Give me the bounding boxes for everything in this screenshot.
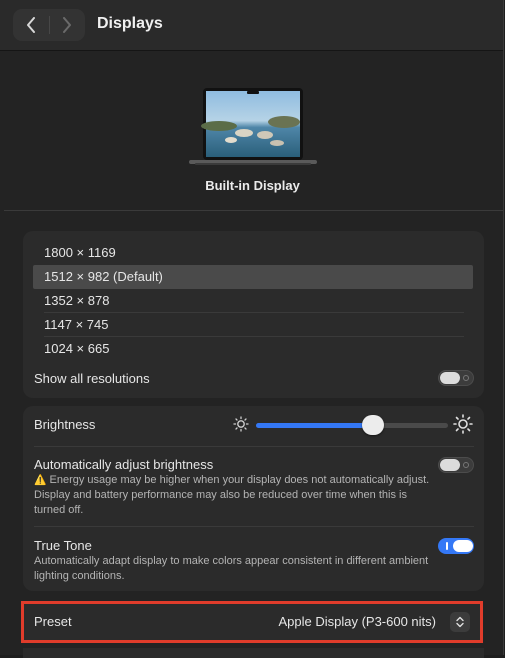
preset-label: Preset: [34, 614, 72, 629]
resolution-option[interactable]: 1024 × 665: [33, 337, 473, 361]
show-all-resolutions-toggle[interactable]: [438, 370, 474, 386]
title-bar: Displays: [0, 0, 503, 51]
auto-brightness-description: ⚠️ Energy usage may be higher when your …: [34, 473, 434, 518]
chevron-right-icon: [63, 17, 72, 33]
warning-icon: ⚠️: [34, 475, 47, 486]
chevron-left-icon: [26, 17, 35, 33]
true-tone-label: True Tone: [34, 538, 92, 553]
auto-brightness-label: Automatically adjust brightness: [34, 457, 214, 472]
up-down-chevron-icon: [456, 616, 464, 628]
brightness-high-icon: [453, 414, 473, 434]
resolution-option-selected[interactable]: 1512 × 982 (Default): [33, 265, 473, 289]
auto-brightness-description-text: Energy usage may be higher when your dis…: [34, 474, 430, 516]
resolution-option[interactable]: 1352 × 878: [33, 289, 473, 313]
back-button[interactable]: [13, 9, 49, 41]
brightness-low-icon: [233, 416, 249, 432]
toggle-on-indicator: [446, 542, 448, 550]
displays-window: Displays Built-in Display 1800 × 1169 15…: [0, 0, 504, 658]
show-all-resolutions-label: Show all resolutions: [34, 371, 150, 386]
auto-brightness-toggle[interactable]: [438, 457, 474, 473]
brightness-slider-fill: [256, 423, 374, 428]
resolution-option[interactable]: 1147 × 745: [33, 313, 473, 337]
brightness-slider-knob[interactable]: [362, 415, 385, 435]
resolution-option[interactable]: 1800 × 1169: [33, 241, 473, 265]
next-card: [23, 648, 484, 658]
page-title: Displays: [97, 15, 163, 32]
brightness-slider[interactable]: [256, 415, 448, 435]
brightness-label: Brightness: [34, 417, 96, 432]
forward-button[interactable]: [49, 9, 85, 41]
divider: [34, 446, 474, 447]
preset-popup-button[interactable]: [450, 612, 470, 632]
toggle-knob: [440, 459, 460, 471]
toggle-off-indicator: [463, 462, 469, 468]
true-tone-toggle[interactable]: [438, 538, 474, 554]
nav-buttons: [13, 9, 85, 41]
section-divider: [4, 210, 503, 211]
toggle-knob: [440, 372, 460, 384]
display-name-label: Built-in Display: [205, 178, 300, 193]
preset-value[interactable]: Apple Display (P3-600 nits): [278, 614, 436, 629]
toggle-off-indicator: [463, 375, 469, 381]
true-tone-description: Automatically adapt display to make colo…: [34, 555, 429, 582]
toggle-knob: [453, 540, 473, 552]
laptop-display-icon[interactable]: [189, 88, 319, 166]
divider: [34, 526, 474, 527]
